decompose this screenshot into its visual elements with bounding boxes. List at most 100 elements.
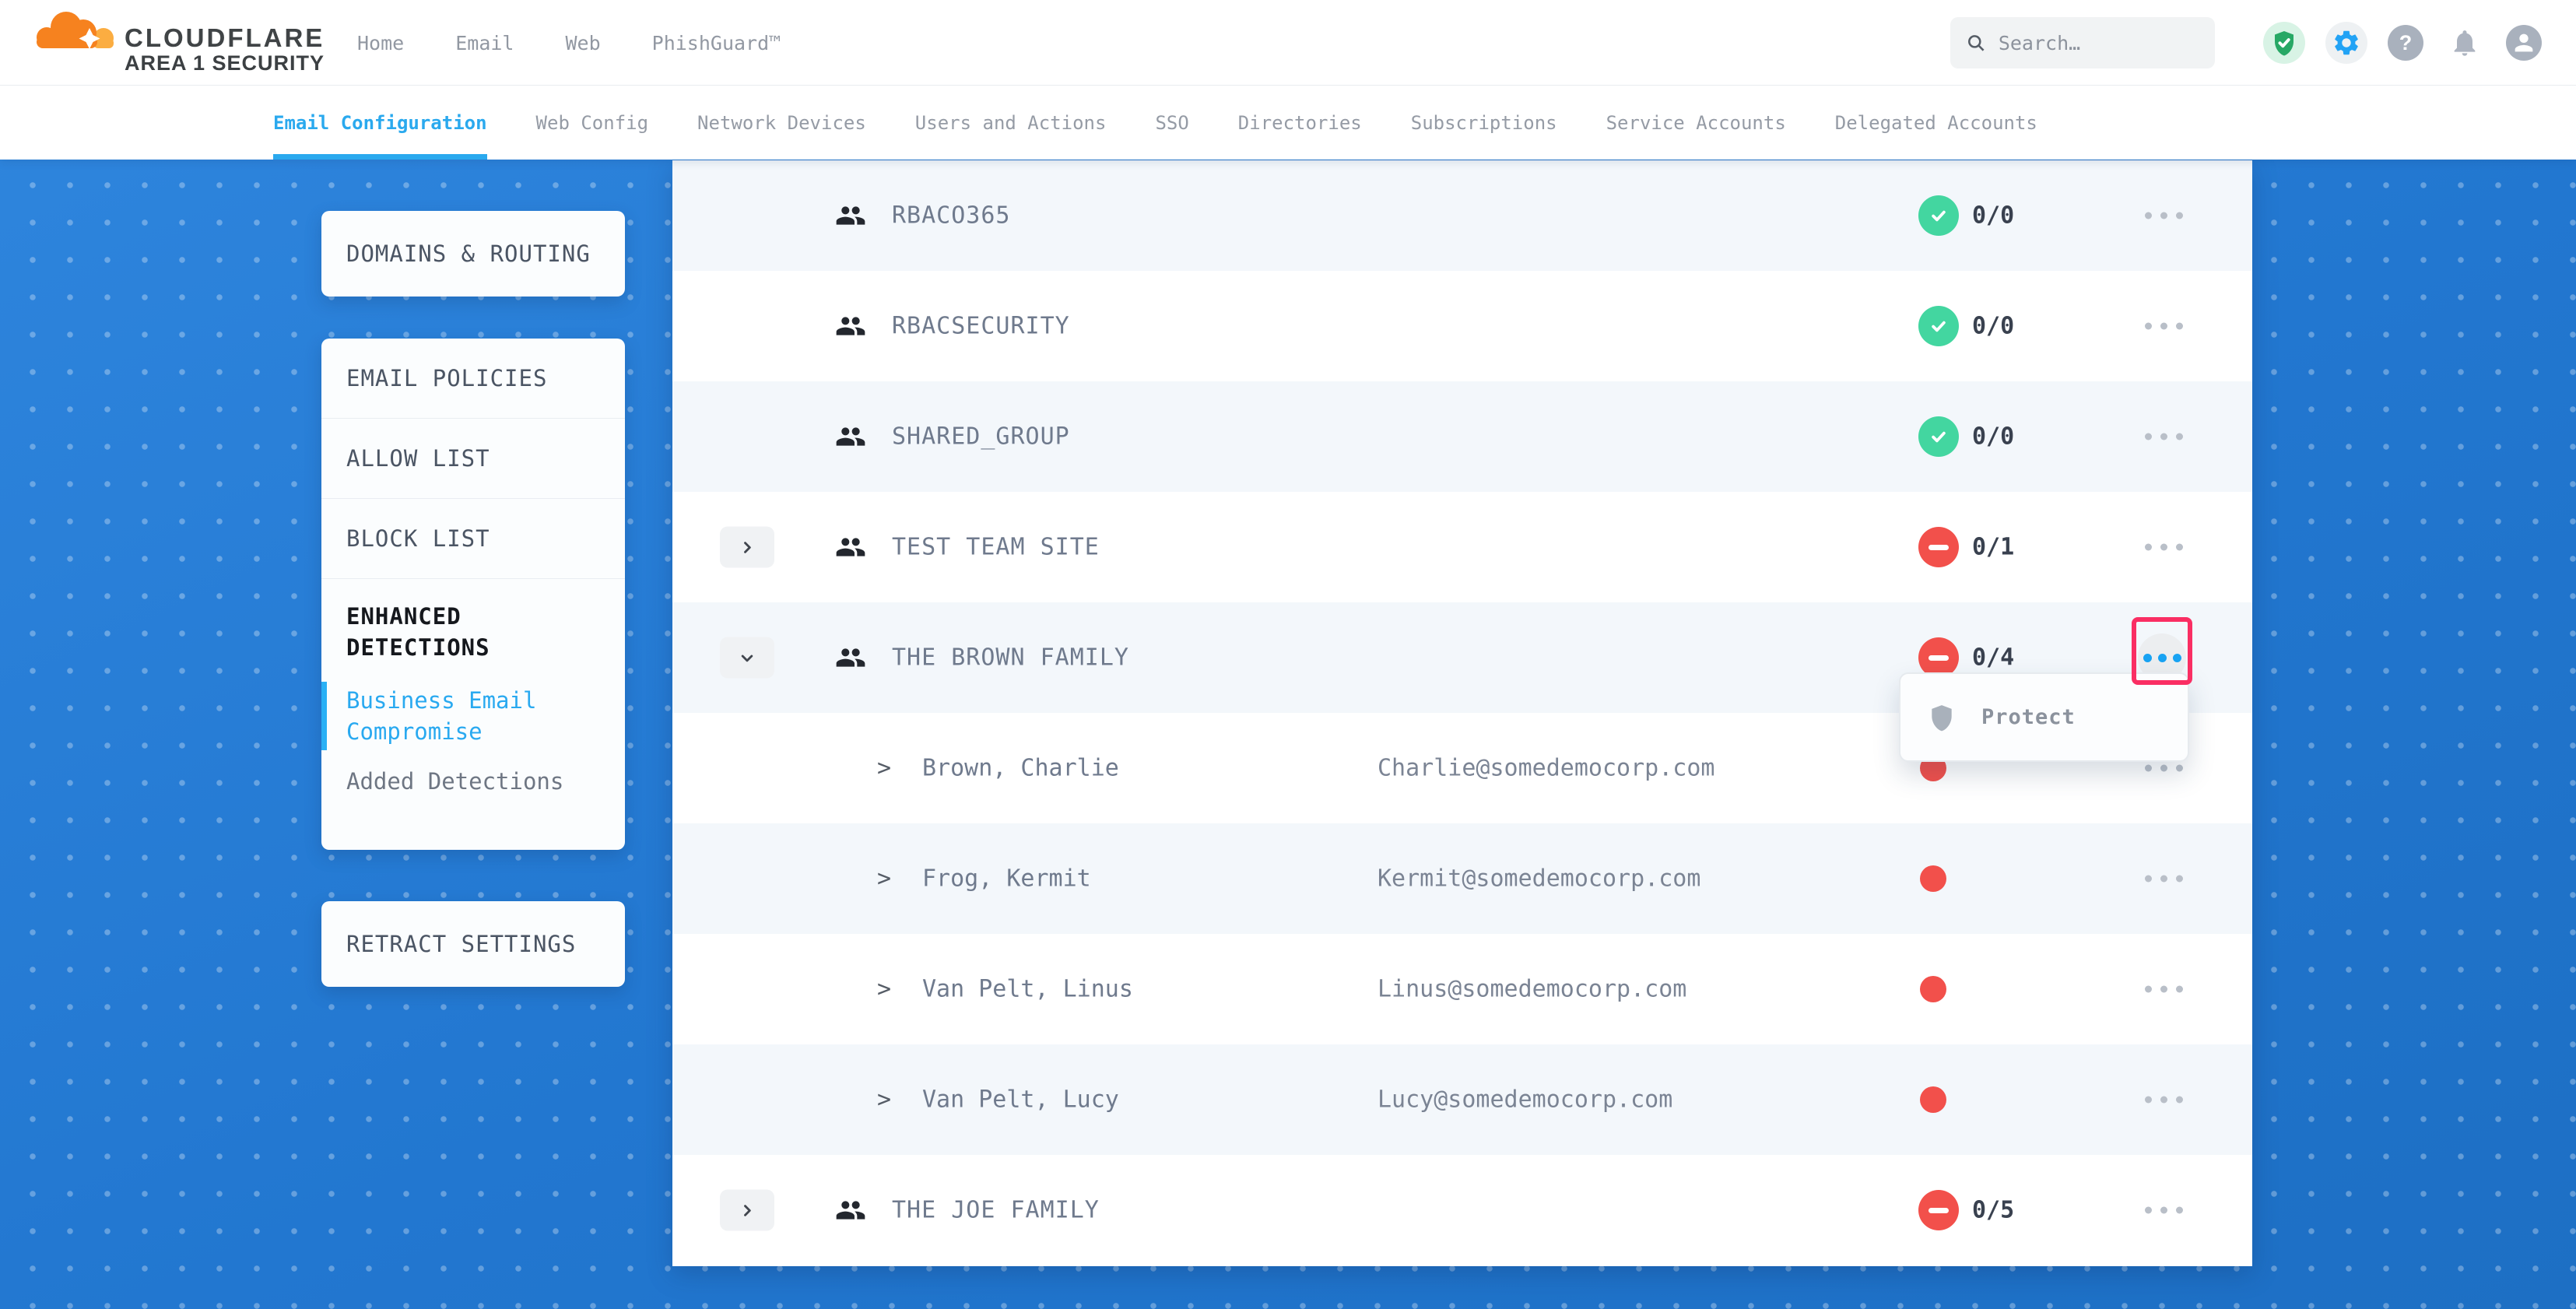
expand-button[interactable] [720, 527, 774, 568]
account-icon[interactable] [2506, 25, 2542, 61]
group-icon [835, 642, 866, 673]
sidebar-item-enhanced-detections[interactable]: ENHANCED DETECTIONS [346, 601, 600, 663]
nav-item-web[interactable]: Web [565, 32, 600, 54]
group-name[interactable]: RBACO365 [892, 202, 1011, 230]
chevron-right-icon [739, 539, 755, 555]
expand-button[interactable] [720, 1190, 774, 1231]
table-row-shared-group: SHARED_GROUP 0/0 [672, 381, 2252, 492]
row-menu-button[interactable] [2145, 986, 2183, 993]
row-menu-button[interactable] [2145, 1207, 2183, 1214]
protection-count: 0/5 [1972, 1197, 2014, 1224]
tab-delegated-accounts[interactable]: Delegated Accounts [1835, 86, 2037, 160]
nav-item-home[interactable]: Home [357, 32, 404, 54]
sidebar-card-policies: EMAIL POLICIES ALLOW LIST BLOCK LIST ENH… [321, 339, 625, 850]
tab-email-configuration[interactable]: Email Configuration [273, 86, 487, 160]
sidebar-item-added-detections[interactable]: Added Detections [346, 766, 600, 797]
collapse-button[interactable] [720, 637, 774, 679]
shield-check-icon[interactable] [2263, 22, 2305, 64]
sidebar-item-block-list[interactable]: BLOCK LIST [321, 499, 625, 579]
member-chevron: > [877, 755, 891, 782]
top-bar: CLOUDFLARE AREA 1 SECURITY Home Email We… [0, 0, 2576, 86]
sidebar-item-email-policies[interactable]: EMAIL POLICIES [321, 339, 625, 419]
status-ok-badge [1918, 416, 1959, 457]
member-name[interactable]: Van Pelt, Linus [922, 976, 1133, 1003]
row-menu-button[interactable] [2145, 433, 2183, 440]
row-menu-button[interactable] [2145, 1097, 2183, 1104]
status-dot-red [1920, 1086, 1946, 1113]
member-name[interactable]: Brown, Charlie [922, 755, 1119, 782]
status-ok-badge [1918, 195, 1959, 236]
table-row-rbacsecurity: RBACSECURITY 0/0 [672, 271, 2252, 381]
help-icon[interactable]: ? [2388, 25, 2423, 61]
tab-sso[interactable]: SSO [1155, 86, 1188, 160]
protection-count: 0/0 [1972, 423, 2014, 451]
member-chevron: > [877, 1086, 891, 1114]
search-box[interactable] [1950, 17, 2215, 68]
member-email: Charlie@somedemocorp.com [1377, 755, 1714, 782]
protection-count: 0/1 [1972, 534, 2014, 561]
group-name[interactable]: SHARED_GROUP [892, 423, 1070, 451]
brand-product: AREA 1 SECURITY [125, 51, 325, 75]
member-email: Linus@somedemocorp.com [1377, 976, 1686, 1003]
sidebar-item-business-email-compromise[interactable]: Business Email Compromise [346, 685, 600, 747]
group-icon [835, 421, 866, 452]
member-email: Kermit@somedemocorp.com [1377, 865, 1700, 893]
group-name[interactable]: THE JOE FAMILY [892, 1197, 1100, 1224]
table-row-van-pelt-linus: > Van Pelt, Linus Linus@somedemocorp.com [672, 934, 2252, 1044]
group-icon [835, 1195, 866, 1226]
row-menu-button[interactable] [2145, 544, 2183, 551]
protection-count: 0/0 [1972, 202, 2014, 230]
tab-subscriptions[interactable]: Subscriptions [1411, 86, 1557, 160]
tab-directories[interactable]: Directories [1238, 86, 1362, 160]
cloudflare-logo-icon [33, 6, 115, 53]
top-nav: Home Email Web PhishGuard™ [357, 0, 781, 86]
table-row-test-team-site: TEST TEAM SITE 0/1 [672, 492, 2252, 602]
table-row-frog-kermit: > Frog, Kermit Kermit@somedemocorp.com [672, 823, 2252, 934]
groups-table: RBACO365 0/0 RBACSECURITY 0/0 SHARED_GRO… [672, 160, 2252, 1266]
group-name[interactable]: RBACSECURITY [892, 313, 1070, 340]
status-ok-badge [1918, 306, 1959, 346]
popup-protect-item[interactable]: Protect [1981, 705, 2076, 729]
table-row-the-joe-family: THE JOE FAMILY 0/5 [672, 1155, 2252, 1265]
row-menu-button[interactable] [2145, 765, 2183, 772]
chevron-right-icon [739, 1202, 755, 1218]
member-name[interactable]: Frog, Kermit [922, 865, 1091, 893]
status-blocked-badge [1918, 1190, 1959, 1230]
protection-count: 0/4 [1972, 644, 2014, 672]
table-row-rbaco365: RBACO365 0/0 [672, 160, 2252, 271]
sidebar-card-retract-settings[interactable]: RETRACT SETTINGS [321, 901, 625, 987]
nav-item-phishguard[interactable]: PhishGuard™ [652, 32, 781, 54]
settings-gear-icon[interactable] [2325, 22, 2367, 64]
sidebar-item-allow-list[interactable]: ALLOW LIST [321, 419, 625, 499]
protection-count: 0/0 [1972, 313, 2014, 340]
member-email: Lucy@somedemocorp.com [1377, 1086, 1672, 1114]
member-chevron: > [877, 976, 891, 1003]
member-chevron: > [877, 865, 891, 893]
status-blocked-badge [1918, 527, 1959, 567]
shield-icon [1927, 703, 1957, 732]
search-input[interactable] [1999, 32, 2199, 54]
group-icon [835, 311, 866, 342]
tab-network-devices[interactable]: Network Devices [697, 86, 866, 160]
sidebar-card-domains-routing[interactable]: DOMAINS & ROUTING [321, 211, 625, 297]
tab-web-config[interactable]: Web Config [536, 86, 649, 160]
sidebar-item-retract-settings[interactable]: RETRACT SETTINGS [346, 931, 576, 957]
notifications-bell-icon[interactable] [2444, 22, 2486, 64]
group-name[interactable]: TEST TEAM SITE [892, 534, 1100, 561]
status-dot-red [1920, 976, 1946, 1002]
table-row-van-pelt-lucy: > Van Pelt, Lucy Lucy@somedemocorp.com [672, 1044, 2252, 1155]
group-icon [835, 200, 866, 231]
header-icon-cluster: ? [2263, 0, 2542, 86]
sidebar-section-enhanced-detections: ENHANCED DETECTIONS Business Email Compr… [321, 579, 625, 797]
nav-item-email[interactable]: Email [455, 32, 514, 54]
row-menu-button[interactable] [2145, 876, 2183, 883]
search-icon [1966, 31, 1986, 54]
tab-users-and-actions[interactable]: Users and Actions [915, 86, 1107, 160]
sidebar-item-domains-routing[interactable]: DOMAINS & ROUTING [346, 240, 591, 267]
row-menu-button[interactable] [2145, 323, 2183, 330]
tab-service-accounts[interactable]: Service Accounts [1606, 86, 1786, 160]
row-menu-button[interactable] [2145, 212, 2183, 219]
group-name[interactable]: THE BROWN FAMILY [892, 644, 1129, 672]
brand-name: CLOUDFLARE [125, 23, 325, 53]
member-name[interactable]: Van Pelt, Lucy [922, 1086, 1119, 1114]
